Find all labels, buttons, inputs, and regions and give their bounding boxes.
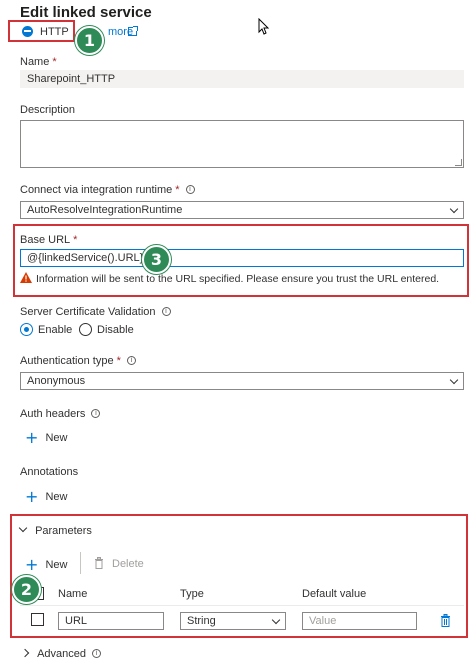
parameters-section-header[interactable]: Parameters (18, 523, 92, 537)
auth-type-select[interactable]: Anonymous (20, 372, 464, 390)
plus-icon: + (25, 487, 39, 506)
chevron-down-icon (18, 523, 28, 533)
trash-icon (95, 557, 103, 569)
parameters-new-button[interactable]: + New (25, 555, 67, 574)
auth-headers-new-button[interactable]: + New (25, 428, 67, 447)
cert-validation-label: Server Certificate Validation i (20, 306, 171, 318)
chevron-down-icon (449, 204, 459, 214)
http-connector-icon (22, 26, 33, 37)
auth-headers-label: Auth headers i (20, 408, 101, 420)
callout-badge-3: 3 (142, 245, 171, 274)
base-url-field[interactable]: @{linkedService().URL} (20, 249, 464, 267)
page-title: Edit linked service (20, 4, 152, 21)
warning-icon (20, 272, 32, 283)
description-field[interactable] (20, 120, 464, 168)
disable-radio-label[interactable]: Disable (97, 324, 134, 336)
disable-radio[interactable] (79, 323, 92, 336)
row-checkbox[interactable] (31, 613, 44, 626)
integration-runtime-select[interactable]: AutoResolveIntegrationRuntime (20, 201, 464, 219)
info-icon[interactable]: i (161, 307, 171, 316)
external-link-icon[interactable] (128, 26, 138, 36)
auth-type-label: Authentication type * i (20, 355, 136, 367)
advanced-section-header[interactable]: Advanced i (20, 648, 102, 660)
integration-runtime-value: AutoResolveIntegrationRuntime (27, 204, 183, 216)
info-icon[interactable]: i (91, 409, 101, 418)
param-type-select[interactable]: String (180, 612, 286, 630)
column-header-type: Type (180, 588, 204, 600)
connector-type-label: HTTP (40, 26, 69, 38)
base-url-warning-text: Information will be sent to the URL spec… (36, 273, 440, 285)
chevron-down-icon (271, 615, 281, 625)
info-icon[interactable]: i (185, 185, 195, 194)
plus-icon: + (25, 428, 39, 447)
chevron-right-icon (20, 648, 30, 658)
auth-type-value: Anonymous (27, 375, 86, 387)
enable-radio[interactable] (20, 323, 33, 336)
callout-badge-1: 1 (75, 26, 104, 55)
name-label: Name * (20, 56, 57, 68)
enable-radio-label[interactable]: Enable (38, 324, 72, 336)
param-default-value-placeholder: Value (309, 615, 337, 627)
parameters-delete-button[interactable]: Delete (112, 558, 144, 570)
param-type-value: String (187, 615, 216, 627)
delete-row-icon[interactable] (440, 614, 451, 627)
annotations-label: Annotations (20, 466, 79, 478)
base-url-label: Base URL * (20, 234, 78, 246)
toolbar-divider (80, 552, 81, 574)
info-icon[interactable]: i (92, 649, 102, 658)
mouse-cursor-icon (258, 18, 270, 35)
column-header-name: Name (58, 588, 88, 600)
name-field[interactable]: Sharepoint_HTTP (20, 70, 464, 88)
param-name-field[interactable]: URL (58, 612, 164, 630)
info-icon[interactable]: i (126, 356, 136, 365)
chevron-down-icon (449, 375, 459, 385)
description-label: Description (20, 104, 76, 116)
column-header-default-value: Default value (302, 588, 367, 600)
annotations-new-button[interactable]: + New (25, 487, 67, 506)
plus-icon: + (25, 555, 39, 574)
integration-runtime-label: Connect via integration runtime * i (20, 184, 195, 196)
resize-grip-icon[interactable] (455, 159, 462, 166)
param-default-value-field[interactable]: Value (302, 612, 417, 630)
callout-badge-2: 2 (12, 575, 41, 604)
